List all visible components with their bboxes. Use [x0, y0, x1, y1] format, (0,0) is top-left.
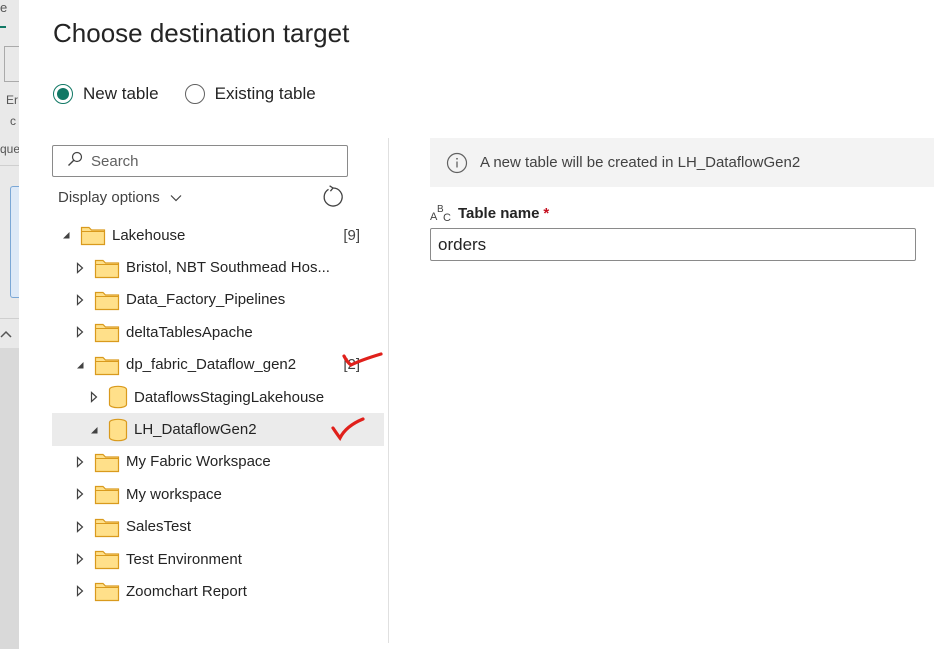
tree-item[interactable]: Bristol, NBT Southmead Hos... [52, 251, 382, 283]
table-name-text: Table name [458, 204, 540, 222]
tree-item-label: My workspace [126, 485, 222, 503]
red-checkmark-icon [342, 352, 383, 367]
tree-item-label: Test Environment [126, 550, 242, 568]
existing-table-label: Existing table [214, 84, 316, 103]
tree-item[interactable]: Zoomchart Report [52, 575, 382, 607]
background-grid-icon [4, 46, 19, 82]
folder-icon [94, 516, 120, 538]
database-icon [108, 418, 128, 442]
tree-item[interactable]: dp_fabric_Dataflow_gen2 [2] [52, 349, 382, 381]
destination-tree: Lakehouse [9] Bristol, NBT Southmead Hos..… [52, 219, 384, 608]
folder-icon [80, 224, 106, 246]
background-divider [0, 318, 19, 319]
database-icon [108, 385, 128, 409]
tree-item[interactable]: SalesTest [52, 511, 382, 543]
table-name-input[interactable] [430, 228, 916, 261]
expanded-caret-icon[interactable] [88, 425, 100, 435]
expanded-caret-icon[interactable] [60, 230, 72, 240]
tree-item[interactable]: deltaTablesApache [52, 316, 382, 348]
folder-icon [94, 289, 120, 311]
new-table-radio[interactable]: New table [53, 84, 159, 104]
collapsed-caret-icon[interactable] [74, 294, 86, 306]
tree-item[interactable]: My Fabric Workspace [52, 446, 382, 478]
display-options-dropdown[interactable]: Display options [58, 189, 182, 206]
background-panel [0, 348, 19, 649]
tree-item-label: Lakehouse [112, 226, 186, 244]
required-indicator: * [543, 204, 550, 222]
tree-item-label: Bristol, NBT Southmead Hos... [126, 259, 330, 277]
tree-item-label: dp_fabric_Dataflow_gen2 [126, 356, 297, 374]
abc-text-icon: A B C [430, 203, 452, 223]
dialog-title: Choose destination target [53, 18, 350, 48]
tree-item[interactable]: Test Environment [52, 543, 382, 575]
destination-dialog: Choose destination target New table Exis… [19, 0, 934, 649]
background-text: e [0, 0, 8, 15]
new-table-label: New table [83, 84, 159, 103]
refresh-button[interactable] [321, 185, 345, 214]
tree-item-label: deltaTablesApache [126, 323, 253, 341]
search-box[interactable] [52, 145, 348, 177]
collapsed-caret-icon[interactable] [74, 456, 86, 468]
search-input[interactable] [91, 152, 311, 170]
chevron-down-icon [160, 189, 182, 206]
tree-item[interactable]: Lakehouse [9] [52, 219, 382, 251]
expanded-caret-icon[interactable] [74, 360, 86, 370]
background-divider [0, 165, 19, 166]
table-name-label: A B C Table name * [430, 203, 549, 223]
collapsed-caret-icon[interactable] [74, 326, 86, 339]
background-text: que [0, 142, 19, 156]
background-app: e Er c que [0, 0, 19, 649]
tree-item[interactable]: Data_Factory_Pipelines [52, 284, 382, 316]
folder-icon [94, 548, 120, 570]
collapsed-caret-icon[interactable] [74, 553, 86, 565]
search-icon [53, 151, 91, 172]
background-text: Er [6, 93, 18, 107]
info-message: A new table will be created in LH_Datafl… [480, 154, 801, 171]
collapsed-caret-icon[interactable] [74, 261, 86, 274]
tree-item[interactable]: My workspace [52, 478, 382, 510]
tree-item-label: SalesTest [126, 518, 192, 536]
red-checkmark-icon [331, 417, 365, 442]
tree-item-count: [9] [343, 226, 360, 244]
collapsed-caret-icon[interactable] [74, 520, 86, 533]
refresh-icon [321, 185, 345, 213]
display-options-label: Display options [58, 189, 160, 206]
tree-item-label: LH_DataflowGen2 [134, 421, 257, 439]
folder-icon [94, 483, 120, 505]
existing-table-radio[interactable]: Existing table [184, 84, 316, 104]
tree-item-label: Data_Factory_Pipelines [126, 291, 286, 309]
radio-unchecked-icon [184, 84, 205, 104]
background-text: c [10, 114, 16, 128]
folder-icon [94, 321, 120, 343]
panel-divider [388, 138, 389, 643]
collapsed-caret-icon[interactable] [88, 391, 100, 403]
folder-icon [94, 257, 120, 279]
info-bar: A new table will be created in LH_Datafl… [430, 138, 934, 187]
collapsed-caret-icon[interactable] [74, 488, 86, 501]
info-icon [446, 152, 468, 174]
collapsed-caret-icon[interactable] [74, 585, 86, 598]
tree-item-label: My Fabric Workspace [126, 453, 271, 471]
background-card [10, 186, 19, 298]
svg-text:C: C [443, 212, 451, 223]
folder-icon [94, 580, 120, 602]
radio-checked-icon [53, 84, 73, 104]
tree-item[interactable]: DataflowsStagingLakehouse [52, 381, 382, 413]
tree-item-label: Zoomchart Report [126, 582, 247, 600]
tree-item-label: DataflowsStagingLakehouse [134, 388, 325, 406]
background-tab-underline [0, 26, 6, 28]
folder-icon [94, 354, 120, 376]
table-mode-radio-group: New table Existing table [53, 84, 342, 104]
folder-icon [94, 451, 120, 473]
chevron-up-icon [0, 326, 12, 342]
